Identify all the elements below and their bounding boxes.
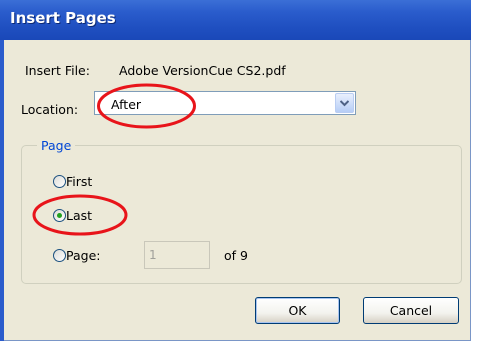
window-frame [0,40,4,341]
ok-button[interactable]: OK [255,297,340,324]
cancel-button[interactable]: Cancel [363,297,459,324]
radio-first[interactable] [53,175,66,188]
title-bar[interactable]: Insert Pages [0,0,471,40]
insert-file-label: Insert File: [25,63,90,78]
dialog-title: Insert Pages [10,9,116,27]
annotation-circle-location [97,83,196,129]
radio-page-label[interactable]: Page: [66,248,100,263]
insert-file-value: Adobe VersionCue CS2.pdf [119,63,286,78]
insert-pages-dialog: Insert Pages Insert File: Adobe VersionC… [0,0,471,341]
page-group-label: Page [37,138,76,153]
chevron-down-icon [340,100,349,107]
location-dropdown-button[interactable] [335,93,354,113]
radio-first-label[interactable]: First [66,174,92,189]
radio-page[interactable] [53,249,66,262]
location-label: Location: [21,102,79,117]
annotation-circle-last [32,194,128,236]
page-total-label: of 9 [224,248,248,263]
page-number-input[interactable]: 1 [144,241,210,269]
